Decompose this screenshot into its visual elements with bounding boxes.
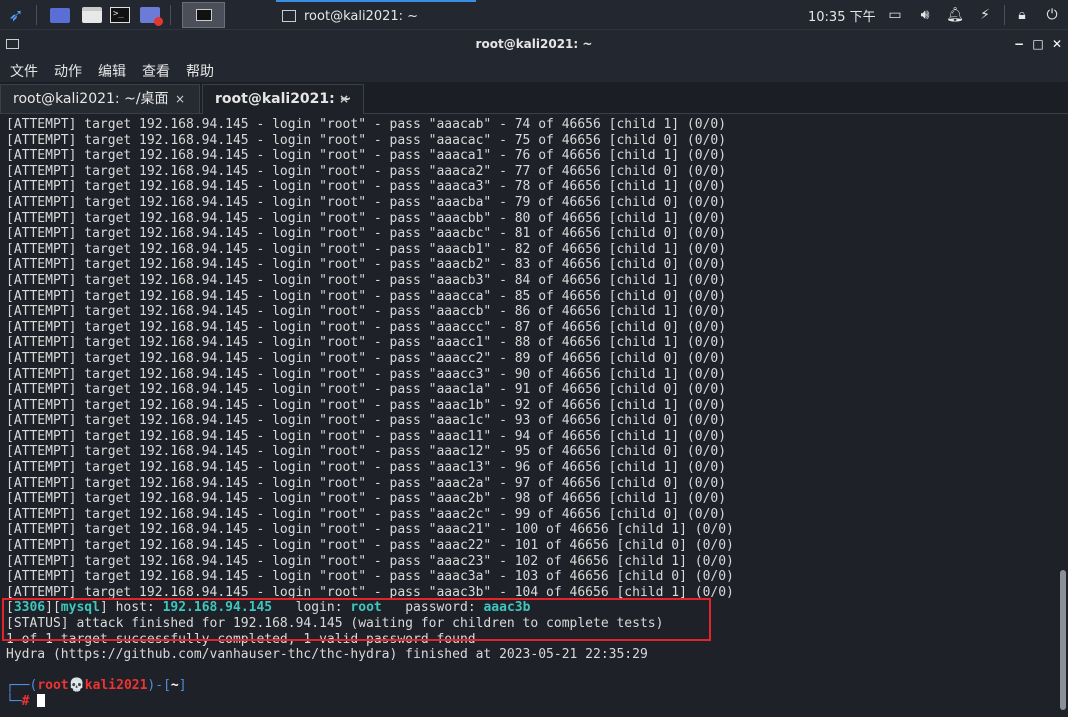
attempt-line: [ATTEMPT] target 192.168.94.145 - login …	[6, 491, 727, 507]
volume-icon[interactable]: 🔊︎	[916, 6, 934, 24]
window-titlebar[interactable]: root@kali2021: ~ − □ ✕	[0, 30, 1068, 58]
top-panel: ➶ >_ root@kali2021: ~ 10:35 下午 ▭ 🔊︎ 🔔︎ ⚡…	[0, 0, 1068, 30]
attempt-line: [ATTEMPT] target 192.168.94.145 - login …	[6, 272, 727, 288]
prompt-line-2: └─#	[6, 693, 734, 710]
terminal-window-icon	[282, 10, 296, 22]
clock[interactable]: 10:35 下午	[808, 6, 876, 25]
panel-separator	[170, 5, 171, 25]
minimize-button[interactable]: −	[1010, 35, 1028, 53]
attempt-line: [ATTEMPT] target 192.168.94.145 - login …	[6, 460, 727, 476]
menu-bar: 文件 动作 编辑 查看 帮助	[0, 58, 1068, 82]
tab-label: root@kali2021: ~/桌面	[13, 91, 169, 107]
result-highlight-box	[2, 598, 711, 641]
tab-label: root@kali2021: ~	[215, 91, 352, 107]
attempt-line: [ATTEMPT] target 192.168.94.145 - login …	[6, 350, 727, 366]
attempt-line: [ATTEMPT] target 192.168.94.145 - login …	[6, 428, 727, 444]
attempt-line: [ATTEMPT] target 192.168.94.145 - login …	[6, 163, 727, 179]
tab-desktop[interactable]: root@kali2021: ~/桌面 ×	[0, 84, 200, 114]
attempt-line: [ATTEMPT] target 192.168.94.145 - login …	[6, 304, 727, 320]
taskbar-window-title: root@kali2021: ~	[304, 8, 419, 24]
attempt-line: [ATTEMPT] target 192.168.94.145 - login …	[6, 148, 727, 164]
attempt-line: [ATTEMPT] target 192.168.94.145 - login …	[6, 179, 727, 195]
logout-icon[interactable]: ⏻	[1043, 6, 1061, 24]
cursor	[37, 693, 46, 707]
display-icon[interactable]: ▭	[886, 6, 904, 24]
screen-recorder-icon[interactable]	[138, 3, 163, 27]
terminal-output[interactable]: [ATTEMPT] target 192.168.94.145 - login …	[0, 114, 1068, 717]
attempt-line: [ATTEMPT] target 192.168.94.145 - login …	[6, 506, 727, 522]
window-title: root@kali2021: ~	[475, 37, 593, 51]
menu-edit[interactable]: 编辑	[98, 61, 126, 81]
attempt-line: [ATTEMPT] target 192.168.94.145 - login …	[6, 226, 727, 242]
attempt-line: [ATTEMPT] target 192.168.94.145 - login …	[6, 366, 727, 382]
taskbar-window-button[interactable]: root@kali2021: ~	[276, 0, 476, 30]
attempt-line: [ATTEMPT] target 192.168.94.145 - login …	[6, 397, 727, 413]
tab-home[interactable]: root@kali2021: ~ ×	[202, 84, 364, 114]
attempt-line: [ATTEMPT] target 192.168.94.145 - login …	[6, 288, 727, 304]
attempt-line: [ATTEMPT] target 192.168.94.145 - login …	[6, 522, 734, 538]
attempt-line: [ATTEMPT] target 192.168.94.145 - login …	[6, 132, 727, 148]
attempt-line: [ATTEMPT] target 192.168.94.145 - login …	[6, 382, 727, 398]
notification-bell-icon[interactable]: 🔔︎	[946, 6, 964, 24]
attempt-line: [ATTEMPT] target 192.168.94.145 - login …	[6, 444, 727, 460]
attempt-line: [ATTEMPT] target 192.168.94.145 - login …	[6, 413, 727, 429]
attempt-line: [ATTEMPT] target 192.168.94.145 - login …	[6, 335, 727, 351]
attempt-line: [ATTEMPT] target 192.168.94.145 - login …	[6, 194, 727, 210]
attempt-line: [ATTEMPT] target 192.168.94.145 - login …	[6, 319, 727, 335]
attempt-line: [ATTEMPT] target 192.168.94.145 - login …	[6, 210, 727, 226]
show-desktop-icon[interactable]	[48, 3, 72, 27]
attempt-line: [ATTEMPT] target 192.168.94.145 - login …	[6, 553, 734, 569]
attempt-line: [ATTEMPT] target 192.168.94.145 - login …	[6, 569, 734, 585]
menu-view[interactable]: 查看	[142, 61, 170, 81]
maximize-button[interactable]: □	[1029, 35, 1047, 53]
menu-help[interactable]: 帮助	[186, 61, 214, 81]
finish-line: Hydra (https://github.com/vanhauser-thc/…	[6, 647, 648, 663]
workspace-switcher[interactable]	[182, 2, 225, 28]
attempt-line: [ATTEMPT] target 192.168.94.145 - login …	[6, 257, 727, 273]
panel-separator	[36, 5, 37, 25]
panel-separator	[1004, 5, 1005, 25]
close-button[interactable]: ✕	[1048, 35, 1066, 53]
kali-menu-icon[interactable]: ➶	[4, 3, 28, 27]
tab-bar: root@kali2021: ~/桌面 × root@kali2021: ~ ×	[0, 82, 1068, 114]
tab-close-icon[interactable]: ×	[339, 85, 349, 113]
power-manager-icon[interactable]: ⚡	[976, 6, 994, 24]
tab-close-icon[interactable]: ×	[175, 85, 185, 113]
menu-file[interactable]: 文件	[10, 61, 38, 81]
attempt-line: [ATTEMPT] target 192.168.94.145 - login …	[6, 475, 727, 491]
terminal-launcher-icon[interactable]: >_	[108, 3, 132, 27]
menu-actions[interactable]: 动作	[54, 61, 82, 81]
lock-icon[interactable]: 🔒︎	[1013, 6, 1031, 24]
prompt-line-1: ┌──(root💀kali2021)-[~]	[6, 678, 187, 694]
attempt-line: [ATTEMPT] target 192.168.94.145 - login …	[6, 117, 727, 132]
attempt-line: [ATTEMPT] target 192.168.94.145 - login …	[6, 538, 734, 554]
attempt-line: [ATTEMPT] target 192.168.94.145 - login …	[6, 241, 727, 257]
scrollbar-thumb[interactable]	[1060, 570, 1066, 710]
file-manager-icon[interactable]	[80, 3, 104, 27]
